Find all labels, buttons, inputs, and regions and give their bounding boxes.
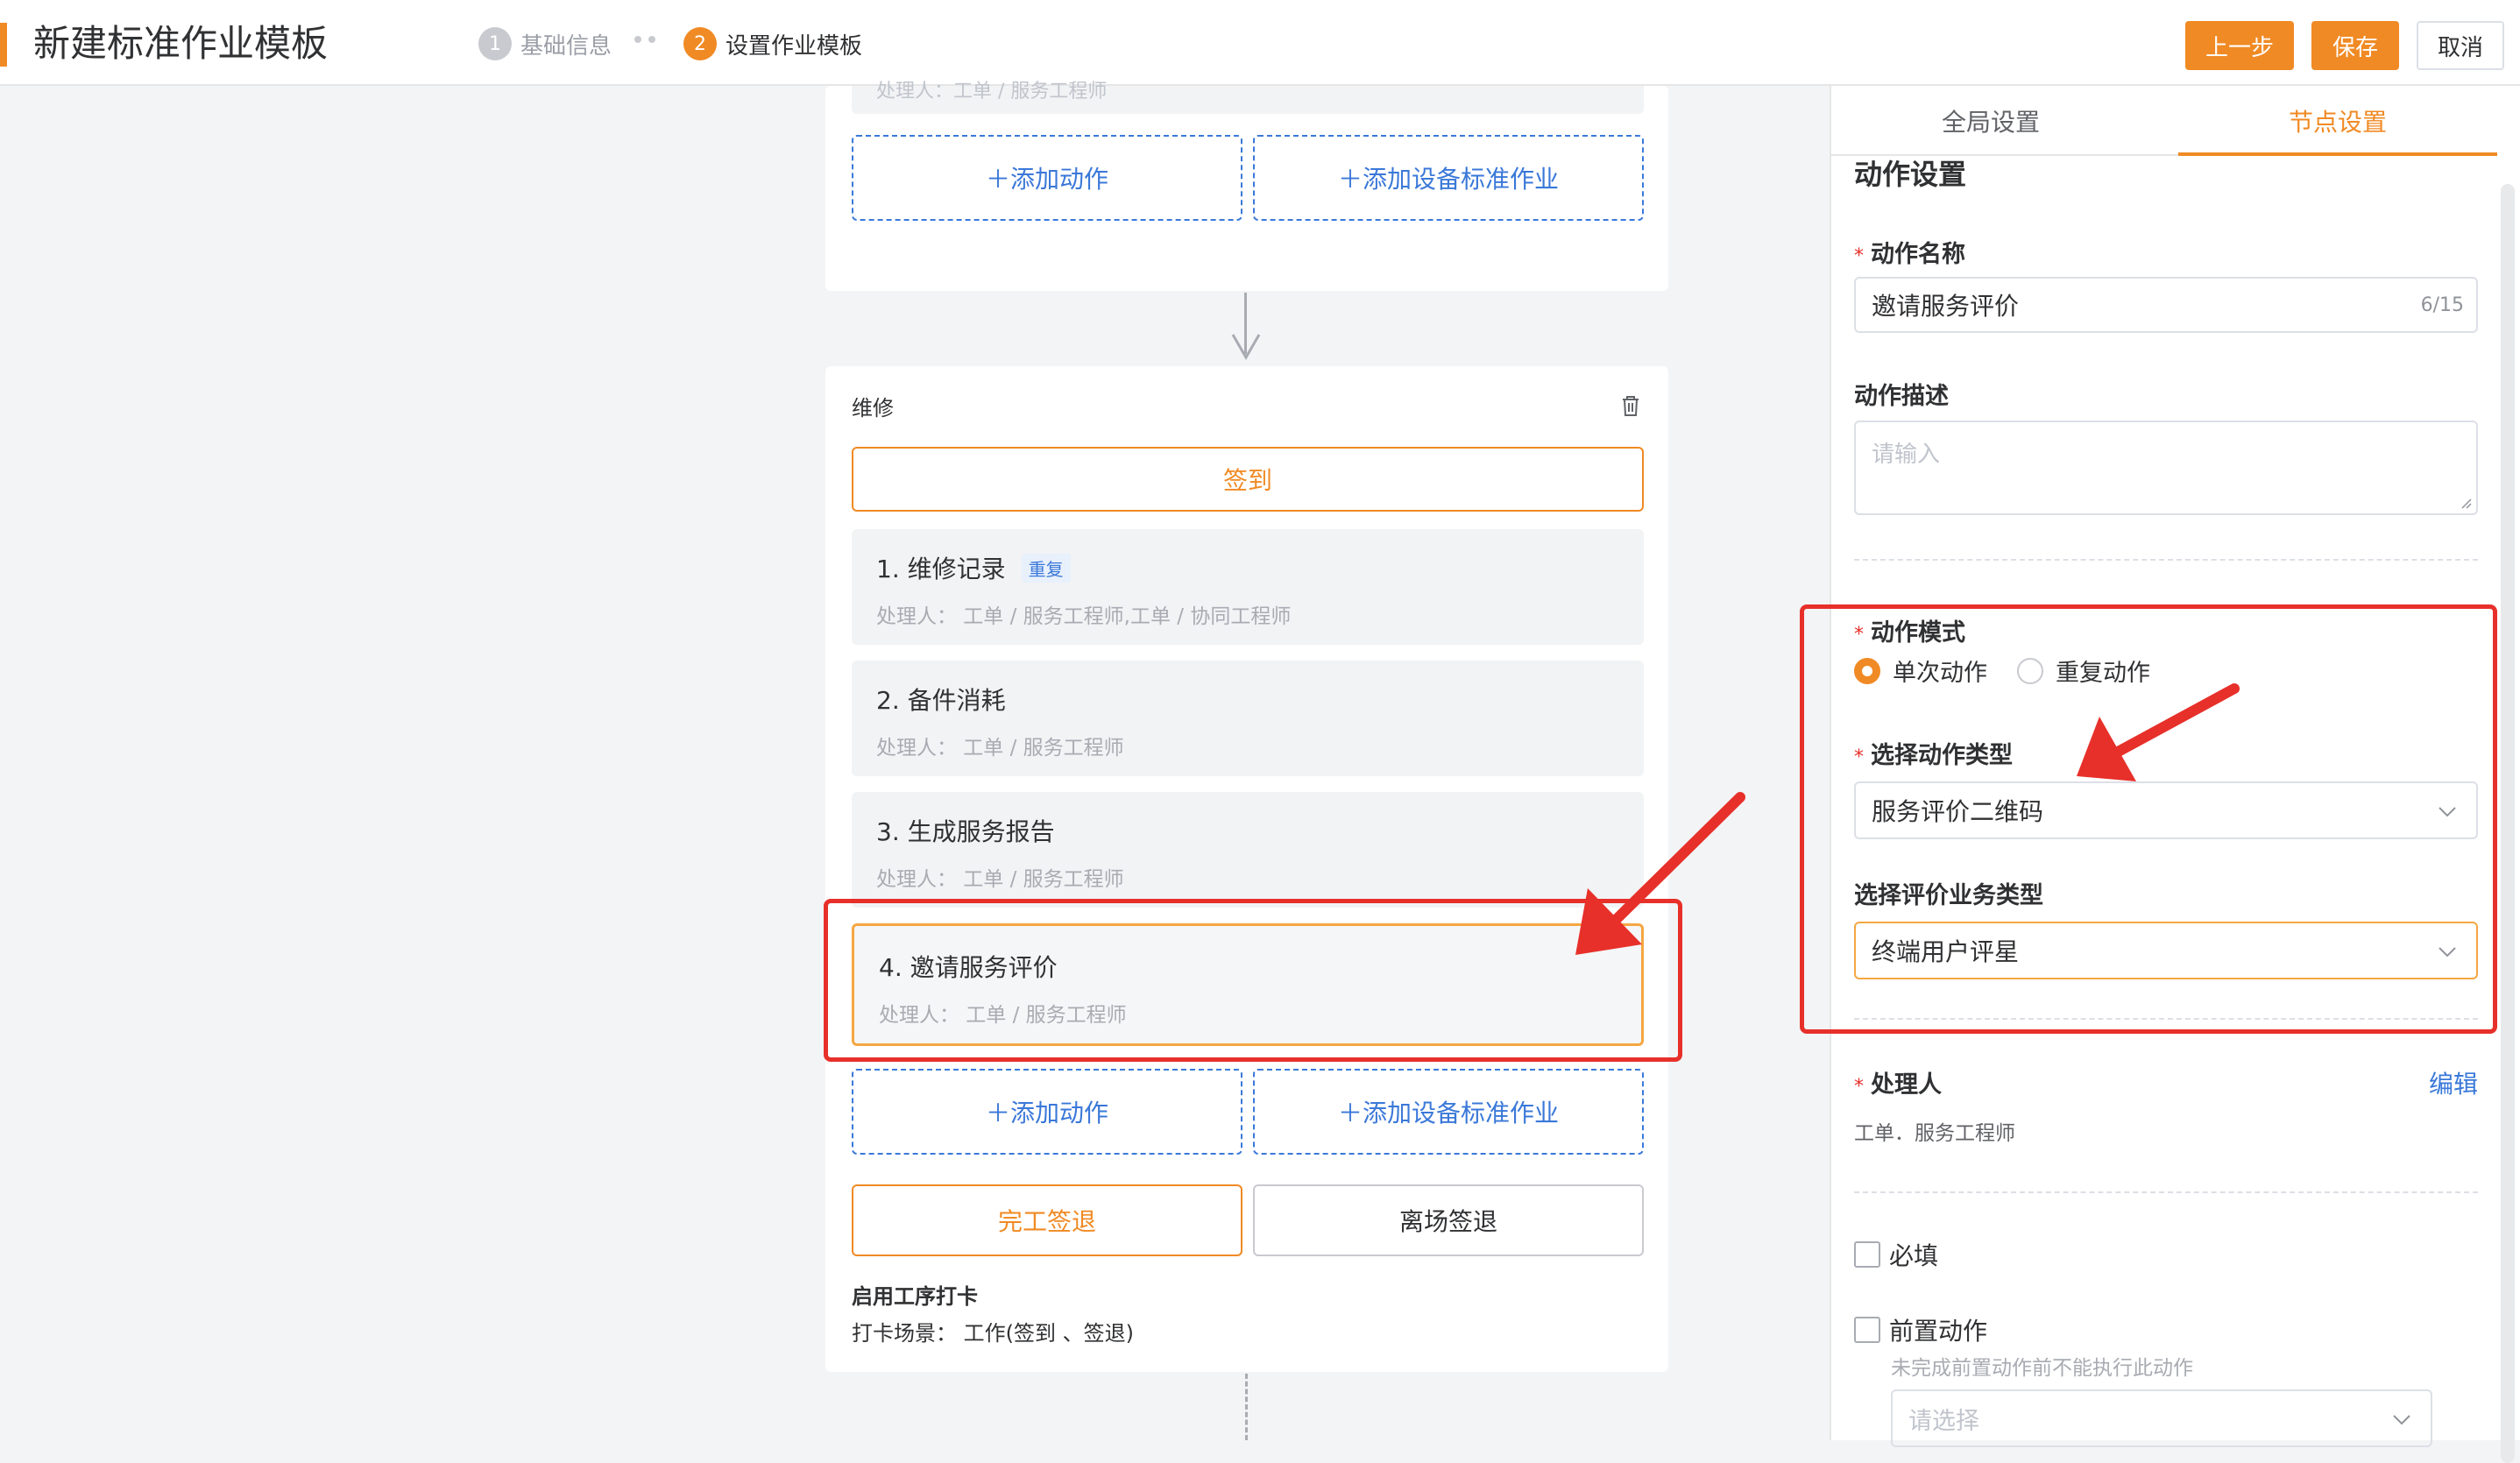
step-label-1: 基础信息 [520,32,612,60]
prev-step-button[interactable]: 上一步 [2185,21,2294,70]
char-count: 6/15 [2420,293,2464,316]
top-bar: 新建标准作业模板 1 基础信息 2 设置作业模板 上一步 保存 取消 [0,0,2520,86]
save-button[interactable]: 保存 [2311,21,2399,70]
step-number-1: 1 [478,27,512,60]
action-item[interactable]: 2. 备件消耗 处理人： 工单 / 服务工程师 [852,661,1644,776]
panel-scrollbar[interactable] [2501,184,2515,1463]
handler-label-text: 处理人 [1871,1071,1942,1099]
title-accent-bar [0,23,7,67]
add-action-button[interactable]: ＋添加动作 [852,135,1242,221]
cancel-button[interactable]: 取消 [2417,21,2504,70]
action-handler: 处理人： 工单 / 服务工程师 [876,737,1124,760]
previous-node-card: 处理人：工单 / 服务工程师 ＋添加动作 ＋添加设备标准作业 [825,81,1668,291]
pre-action-hint: 未完成前置动作前不能执行此动作 [1891,1357,2193,1380]
handler-value: 工单．服务工程师 [1854,1122,2015,1145]
action-handler: 处理人： 工单 / 服务工程师 [876,868,1124,891]
flow-connector-dashed [1245,1374,1248,1440]
action-name-label-text: 动作名称 [1871,241,1965,268]
signin-button[interactable]: 签到 [852,447,1644,512]
trash-icon[interactable] [1617,392,1644,419]
required-checkbox[interactable] [1854,1241,1880,1268]
punch-title: 启用工序打卡 [852,1284,978,1309]
node-title: 维修 [852,396,894,421]
previous-action-item[interactable]: 处理人：工单 / 服务工程师 [852,81,1644,114]
action-name-label: * 动作名称 [1854,235,1965,269]
required-mark: * [1854,245,1864,267]
pre-action-label: 前置动作 [1889,1317,1988,1346]
tab-node-settings[interactable]: 节点设置 [2289,103,2387,138]
punch-scene: 打卡场景： 工作(签到 、签退) [852,1321,1134,1346]
pre-action-checkbox[interactable] [1854,1317,1880,1343]
step-number-2: 2 [683,27,717,60]
action-title: 1. 维修记录 重复 [876,550,1071,585]
step-template-settings[interactable]: 2 设置作业模板 [683,26,862,61]
action-item[interactable]: 1. 维修记录 重复 处理人： 工单 / 服务工程师,工单 / 协同工程师 [852,529,1644,645]
action-title-text: 1. 维修记录 [876,555,1006,583]
step-label-2: 设置作业模板 [726,32,863,60]
pre-action-select[interactable]: 请选择 [1891,1389,2432,1447]
action-item[interactable]: 3. 生成服务报告 处理人： 工单 / 服务工程师 [852,792,1644,908]
action-desc-textarea[interactable]: 请输入 [1854,421,2478,515]
previous-action-handler: 处理人：工单 / 服务工程师 [876,81,1108,102]
required-label: 必填 [1889,1241,1939,1270]
required-mark: * [1854,1076,1864,1098]
action-handler: 处理人： 工单 / 服务工程师,工单 / 协同工程师 [876,605,1292,628]
pre-action-placeholder: 请选择 [1908,1407,1979,1435]
add-device-job-button[interactable]: ＋添加设备标准作业 [1253,135,1644,221]
divider [1854,559,2478,561]
resize-handle-icon[interactable] [2459,496,2473,510]
repeat-tag: 重复 [1021,553,1071,583]
flow-arrow-icon [1231,334,1261,361]
required-checkbox-row[interactable]: 必填 [1854,1237,1938,1272]
step-separator [634,36,655,43]
add-device-job-button[interactable]: ＋添加设备标准作业 [1253,1069,1644,1155]
annotation-box-settings [1800,604,2497,1034]
pre-action-checkbox-row[interactable]: 前置动作 [1854,1312,1987,1347]
section-title: 动作设置 [1854,158,1967,191]
tab-active-indicator [2178,152,2497,156]
add-action-button[interactable]: ＋添加动作 [852,1069,1242,1155]
action-desc-label: 动作描述 [1854,383,1949,410]
tab-global-settings[interactable]: 全局设置 [1942,103,2040,138]
divider [1854,1191,2478,1193]
handler-label: * 处理人 [1854,1065,1942,1099]
action-title: 3. 生成服务报告 [876,817,1055,846]
action-name-input[interactable]: 邀请服务评价 6/15 [1854,277,2478,333]
action-name-value: 邀请服务评价 [1872,292,2020,321]
finish-checkout-button[interactable]: 完工签退 [852,1184,1242,1256]
step-basic-info[interactable]: 1 基础信息 [478,26,612,61]
repair-node-card: 维修 签到 1. 维修记录 重复 处理人： 工单 / 服务工程师,工单 / 协同… [825,366,1668,1372]
chevron-down-icon [2393,1415,2410,1425]
page-title: 新建标准作业模板 [33,22,329,65]
action-desc-placeholder: 请输入 [1872,442,1941,468]
annotation-box-action [824,899,1682,1062]
leave-checkout-button[interactable]: 离场签退 [1253,1184,1644,1256]
edit-handler-link[interactable]: 编辑 [2429,1065,2478,1100]
action-title: 2. 备件消耗 [876,686,1006,715]
